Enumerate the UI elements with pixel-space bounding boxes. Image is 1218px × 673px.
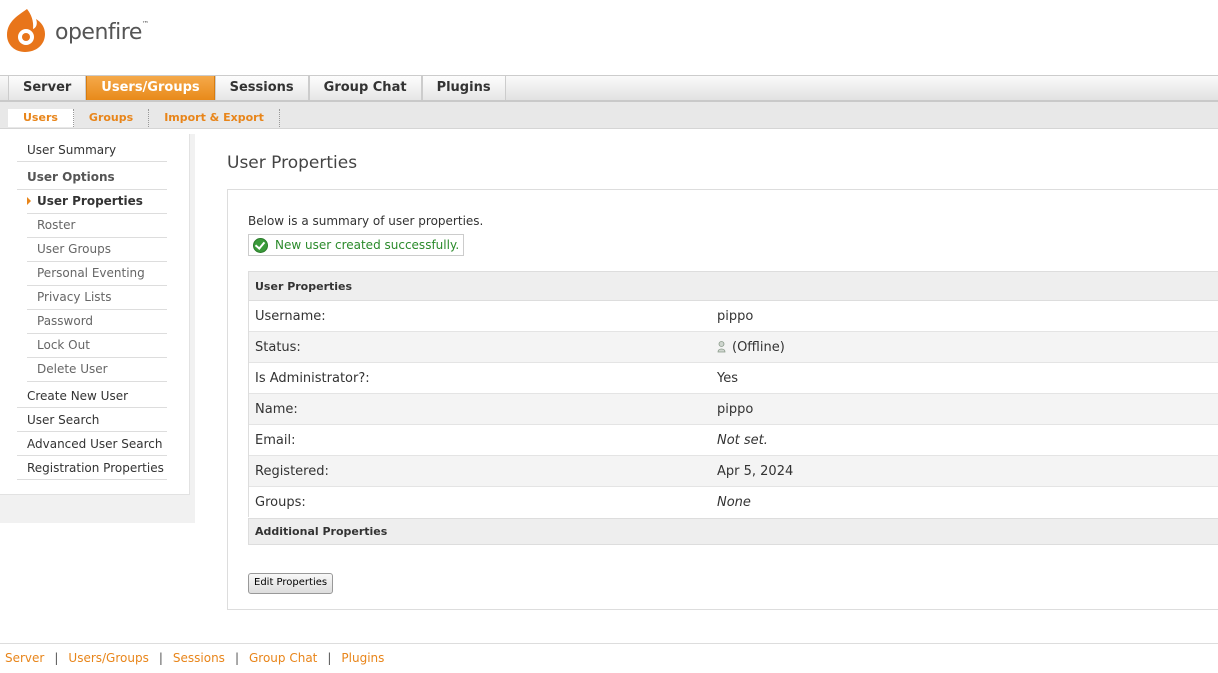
sidebar-item-registration-properties[interactable]: Registration Properties [17, 459, 167, 480]
sidebar-item-advanced-user-search[interactable]: Advanced User Search [17, 435, 167, 456]
table-row: Username: pippo [248, 300, 1218, 332]
footer-link-group-chat[interactable]: Group Chat [249, 651, 317, 665]
sidebar-item-delete-user[interactable]: Delete User [27, 360, 167, 382]
registered-value: Apr 5, 2024 [711, 455, 1218, 487]
page-title: User Properties [227, 153, 358, 173]
sidebar-item-user-groups[interactable]: User Groups [27, 240, 167, 262]
status-value: (Offline) [711, 331, 1218, 363]
additional-properties-header: Additional Properties [248, 518, 1218, 545]
sidebar-border [190, 134, 195, 523]
table-row: Registered: Apr 5, 2024 [248, 455, 1218, 487]
sidebar-item-label: User Properties [37, 194, 143, 208]
sidebar-item-roster[interactable]: Roster [27, 216, 167, 238]
success-check-icon [253, 237, 268, 253]
sidebar-item-personal-eventing[interactable]: Personal Eventing [27, 264, 167, 286]
subtab-users[interactable]: Users [8, 109, 74, 127]
footer-link-server[interactable]: Server [5, 651, 44, 665]
admin-label: Is Administrator?: [248, 362, 711, 394]
table-row: Email: Not set. [248, 424, 1218, 456]
offline-user-icon [717, 341, 726, 353]
subtab-groups[interactable]: Groups [74, 109, 150, 127]
name-label: Name: [248, 393, 711, 425]
summary-text: Below is a summary of user properties. [248, 214, 484, 228]
sidebar-item-lock-out[interactable]: Lock Out [27, 336, 167, 358]
status-text: (Offline) [732, 340, 785, 355]
sidebar-item-user-properties[interactable]: User Properties [27, 192, 167, 214]
admin-value: Yes [711, 362, 1218, 394]
success-text: New user created successfully. [275, 238, 460, 252]
email-label: Email: [248, 424, 711, 456]
table-row: Is Administrator?: Yes [248, 362, 1218, 394]
footer-separator: | [327, 651, 332, 665]
sidebar-item-create-new-user[interactable]: Create New User [17, 387, 167, 408]
sidebar-item-user-summary[interactable]: User Summary [17, 141, 167, 162]
tab-group-chat[interactable]: Group Chat [308, 76, 422, 100]
flame-logo-icon [7, 9, 45, 52]
tab-server[interactable]: Server [8, 76, 87, 100]
username-value: pippo [711, 300, 1218, 332]
logo-wordmark: openfire™ [55, 19, 149, 45]
table-row: Status: (Offline) [248, 331, 1218, 363]
footer-separator: | [158, 651, 163, 665]
edit-properties-button[interactable]: Edit Properties [248, 573, 334, 594]
success-message: New user created successfully. [248, 234, 465, 256]
selected-arrow-icon [27, 197, 31, 205]
groups-value: None [711, 486, 1218, 517]
tab-plugins[interactable]: Plugins [421, 76, 506, 100]
username-label: Username: [248, 300, 711, 332]
registered-label: Registered: [248, 455, 711, 487]
subtab-import-export[interactable]: Import & Export [149, 109, 280, 127]
table-row: Name: pippo [248, 393, 1218, 425]
footer-link-users-groups[interactable]: Users/Groups [68, 651, 148, 665]
sidebar-item-password[interactable]: Password [27, 312, 167, 334]
user-properties-table: User Properties Username: pippo Status: … [248, 271, 1218, 517]
sidebar-item-privacy-lists[interactable]: Privacy Lists [27, 288, 167, 310]
main-tabs: Server Users/Groups Sessions Group Chat … [8, 76, 506, 100]
sidebar-footer [0, 495, 195, 523]
tab-sessions[interactable]: Sessions [214, 76, 309, 100]
name-value: pippo [711, 393, 1218, 425]
footer-nav: Server | Users/Groups | Sessions | Group… [5, 651, 384, 665]
footer-link-sessions[interactable]: Sessions [173, 651, 225, 665]
status-label: Status: [248, 331, 711, 363]
email-value: Not set. [711, 424, 1218, 456]
sub-tabs: Users Groups Import & Export [8, 109, 280, 127]
tab-users-groups[interactable]: Users/Groups [86, 76, 215, 100]
table-header: User Properties [248, 271, 1218, 301]
table-row: Groups: None [248, 486, 1218, 517]
openfire-logo: openfire™ [5, 6, 149, 54]
sidebar-item-user-options[interactable]: User Options [17, 168, 167, 190]
footer-separator: | [234, 651, 239, 665]
footer-separator: | [54, 651, 59, 665]
footer-link-plugins[interactable]: Plugins [341, 651, 384, 665]
sidebar-item-user-search[interactable]: User Search [17, 411, 167, 432]
footer-divider [0, 643, 1218, 644]
groups-label: Groups: [248, 486, 711, 517]
